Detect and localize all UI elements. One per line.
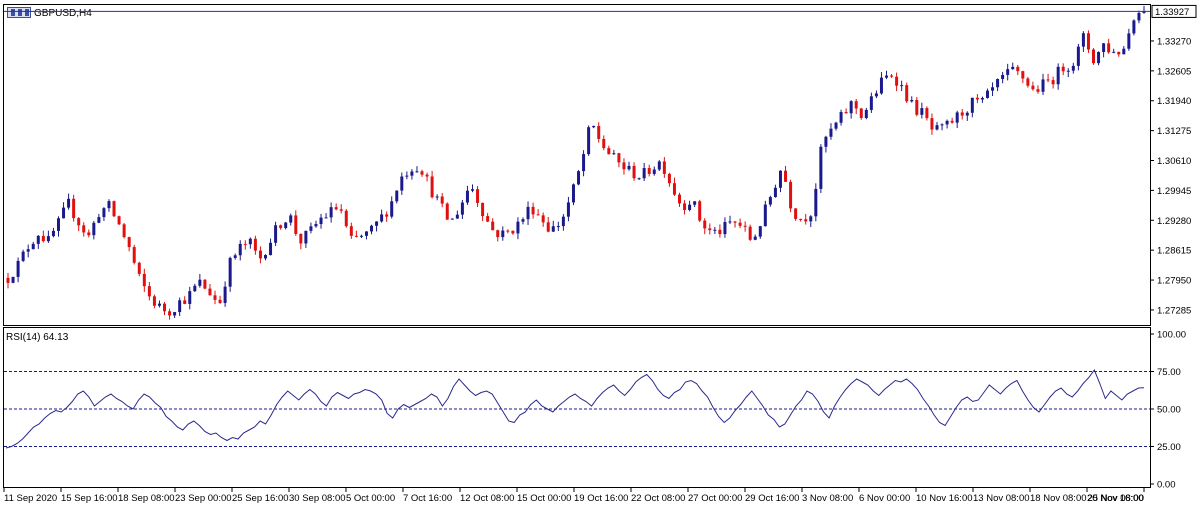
price-axis-label: 1.27285 — [1157, 305, 1191, 316]
time-axis-label: 12 Oct 08:00 — [460, 493, 514, 504]
time-axis-label: 5 Oct 00:00 — [346, 493, 395, 504]
rsi-axis-label: 25.00 — [1157, 442, 1181, 453]
time-axis-label: 29 Oct 16:00 — [745, 493, 799, 504]
time-axis-label: 6 Nov 00:00 — [859, 493, 910, 504]
price-chart-pane[interactable] — [3, 4, 1151, 326]
time-axis-label: 10 Nov 16:00 — [916, 493, 973, 504]
time-axis-label: 7 Oct 16:00 — [403, 493, 452, 504]
price-axis-label: 1.27950 — [1157, 276, 1191, 287]
time-axis-label: 30 Sep 08:00 — [289, 493, 346, 504]
price-axis-label: 1.31940 — [1157, 96, 1191, 107]
price-axis-label: 1.31275 — [1157, 126, 1191, 137]
time-axis-label: 20 Nov 16:00 — [1087, 493, 1144, 504]
price-axis-label: 1.32605 — [1157, 66, 1191, 77]
price-axis-label: 1.33270 — [1157, 36, 1191, 47]
chart-window-icon — [7, 7, 31, 18]
time-axis-label: 25 Nov 08:00 — [1087, 493, 1144, 504]
time-axis-label: 3 Nov 08:00 — [802, 493, 853, 504]
time-axis-label: 22 Oct 08:00 — [631, 493, 685, 504]
time-axis-label: 11 Sep 2020 — [4, 493, 57, 504]
chart-window: GBPUSD,H4 RSI(14) 64.13 1.33270 1.32605 1.… — [0, 0, 1200, 510]
rsi-axis-label: 75.00 — [1157, 367, 1181, 378]
symbol-timeframe-title: GBPUSD,H4 — [34, 8, 92, 19]
rsi-axis-label: 100.00 — [1157, 330, 1186, 341]
time-axis-label: 15 Oct 00:00 — [517, 493, 571, 504]
time-axis-label: 25 Sep 16:00 — [232, 493, 289, 504]
time-axis-label: 27 Oct 00:00 — [688, 493, 742, 504]
rsi-axis-label: 0.00 — [1157, 480, 1176, 491]
price-axis-label: 1.29280 — [1157, 216, 1191, 227]
time-axis-label: 18 Nov 08:00 — [1030, 493, 1087, 504]
price-axis-label: 1.30610 — [1157, 156, 1191, 167]
price-axis-label: 1.28615 — [1157, 246, 1191, 257]
time-axis-label: 18 Sep 08:00 — [118, 493, 175, 504]
rsi-axis-label: 50.00 — [1157, 405, 1181, 416]
rsi-indicator-title: RSI(14) 64.13 — [6, 332, 69, 343]
current-price-label: 1.33927 — [1155, 7, 1189, 18]
current-price-box — [1151, 4, 1197, 18]
time-axis-label: 13 Nov 08:00 — [973, 493, 1030, 504]
time-axis-label: 23 Sep 00:00 — [175, 493, 232, 504]
rsi-indicator-pane[interactable] — [3, 327, 1151, 488]
time-axis-label: 19 Oct 16:00 — [574, 493, 628, 504]
price-axis-label: 1.29945 — [1157, 186, 1191, 197]
time-axis-label: 15 Sep 16:00 — [61, 493, 118, 504]
